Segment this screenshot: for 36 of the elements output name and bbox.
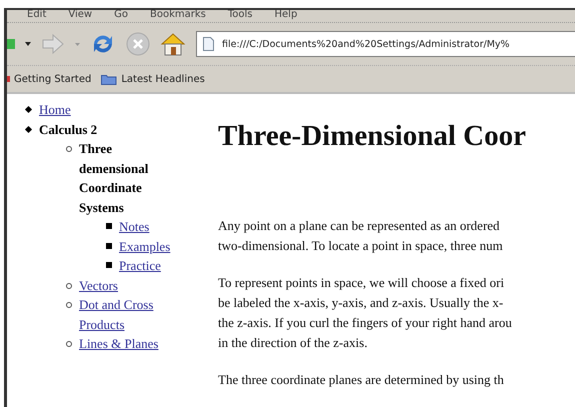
page-heading: Three-Dimensional Coor xyxy=(218,120,527,153)
forward-arrow-icon[interactable] xyxy=(41,33,65,55)
nav-link[interactable]: Examples xyxy=(119,236,170,256)
nav-link[interactable]: Practice xyxy=(119,256,161,276)
stop-icon[interactable] xyxy=(126,32,150,56)
bullet-icon xyxy=(66,341,72,347)
bullet-icon xyxy=(106,242,112,248)
bookmark-icon xyxy=(7,76,10,82)
paragraph-line: be labeled the x-axis, y-axis, and z-axis. Usually the x- xyxy=(218,294,504,312)
paragraph-line: the z-axis. If you curl the fingers of your right hand arou xyxy=(218,314,513,332)
bullet-icon xyxy=(24,106,32,114)
nav-link[interactable]: Dot and Cross Products xyxy=(79,295,174,334)
bookmark-item[interactable]: Getting Started xyxy=(7,74,92,84)
bullet-icon xyxy=(106,223,112,229)
nav-heading: Three demensional Coordinate Systems xyxy=(79,140,150,217)
bullet-icon xyxy=(66,146,72,152)
paragraph-line: in the direction of the z-axis. xyxy=(218,334,368,352)
home-icon[interactable] xyxy=(160,32,186,56)
nav-link[interactable]: Notes xyxy=(119,217,150,236)
bullet-icon xyxy=(106,262,112,268)
nav-link[interactable]: Home xyxy=(39,100,71,120)
paragraph-line: Any point on a plane can be represented as an ordered xyxy=(218,217,501,235)
bullet-icon xyxy=(24,125,32,133)
bullet-icon xyxy=(66,282,72,288)
caret-icon[interactable] xyxy=(25,42,31,46)
paragraph-line: To represent points in space, we will choose a fixed ori xyxy=(218,274,506,292)
page-icon xyxy=(203,37,214,51)
nav-heading: Calculus 2 xyxy=(39,120,98,138)
paragraph-line: two-dimensional. To locate a point in space, three num xyxy=(218,237,504,255)
bullet-icon xyxy=(66,302,72,308)
nav-link[interactable]: Lines & Planes xyxy=(79,334,174,354)
nav-link[interactable]: Vectors xyxy=(79,276,174,295)
address-field[interactable]: file:///C:/Documents%20and%20Settings/Administrator/My% xyxy=(196,31,575,57)
paragraph-line: The three coordinate planes are determined by using th xyxy=(218,371,505,389)
folder-icon xyxy=(101,73,118,85)
bookmark-item[interactable]: Latest Headlines xyxy=(101,73,205,85)
